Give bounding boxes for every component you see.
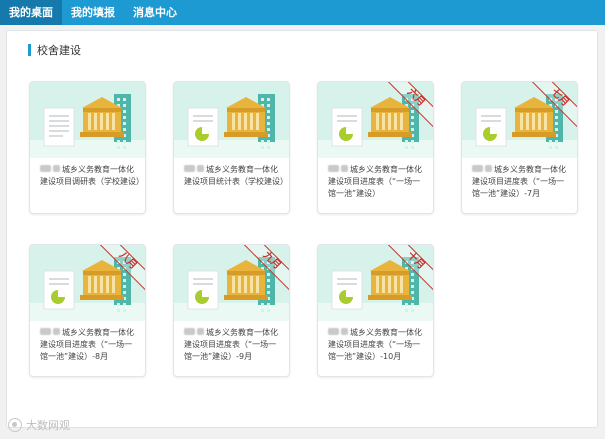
watermark-text: 大数网观 <box>26 419 70 432</box>
card-caption: 城乡义务教育一体化建设项目进度表（“一场一馆一池”建设） <box>328 165 422 198</box>
card-caption: 城乡义务教育一体化建设项目进度表（“一场一馆一池”建设）-10月 <box>328 328 422 361</box>
section-title: 校舍建设 <box>37 44 81 57</box>
main-panel: 校舍建设 城乡义务教育一体化建设项目调研表（学校建设） 城乡义务教育一体化建设项… <box>6 30 598 428</box>
card-caption: 城乡义务教育一体化建设项目调研表（学校建设） <box>40 165 144 186</box>
card-school-construction-survey[interactable]: 城乡义务教育一体化建设项目调研表（学校建设） <box>29 81 146 214</box>
tab-my-desktop[interactable]: 我的桌面 <box>0 0 62 25</box>
card-progress-july[interactable]: 七月 城乡义务教育一体化建设项目进度表（“一场一馆一池”建设）-7月 <box>461 81 578 214</box>
card-caption: 城乡义务教育一体化建设项目进度表（“一场一馆一池”建设）-8月 <box>40 328 134 361</box>
watermark: 大数网观 <box>8 417 70 433</box>
pie-chart-document-icon <box>331 107 363 147</box>
card-progress-september[interactable]: 九月 城乡义务教育一体化建设项目进度表（“一场一馆一池”建设）-9月 <box>173 244 290 377</box>
card-progress-june[interactable]: 六月 城乡义务教育一体化建设项目进度表（“一场一馆一池”建设） <box>317 81 434 214</box>
pie-chart-document-icon <box>331 270 363 310</box>
card-caption: 城乡义务教育一体化建设项目进度表（“一场一馆一池”建设）-7月 <box>472 165 566 198</box>
card-caption: 城乡义务教育一体化建设项目进度表（“一场一馆一池”建设）-9月 <box>184 328 278 361</box>
pie-chart-document-icon <box>475 107 507 147</box>
card-caption: 城乡义务教育一体化建设项目统计表（学校建设） <box>184 165 288 186</box>
document-lines-icon <box>43 107 75 147</box>
tab-my-reports[interactable]: 我的填报 <box>62 0 124 25</box>
tab-message-center[interactable]: 消息中心 <box>124 0 186 25</box>
card-illustration <box>174 82 289 158</box>
card-illustration <box>30 82 145 158</box>
pie-chart-document-icon <box>43 270 75 310</box>
top-navigation: 我的桌面 我的填报 消息中心 <box>0 0 605 25</box>
watermark-logo-icon <box>8 418 22 432</box>
card-school-construction-statistics[interactable]: 城乡义务教育一体化建设项目统计表（学校建设） <box>173 81 290 214</box>
card-progress-october[interactable]: 十月 城乡义务教育一体化建设项目进度表（“一场一馆一池”建设）-10月 <box>317 244 434 377</box>
pie-chart-document-icon <box>187 270 219 310</box>
card-progress-august[interactable]: 八月 城乡义务教育一体化建设项目进度表（“一场一馆一池”建设）-8月 <box>29 244 146 377</box>
section-accent-bar <box>28 44 31 56</box>
pie-chart-document-icon <box>187 107 219 147</box>
